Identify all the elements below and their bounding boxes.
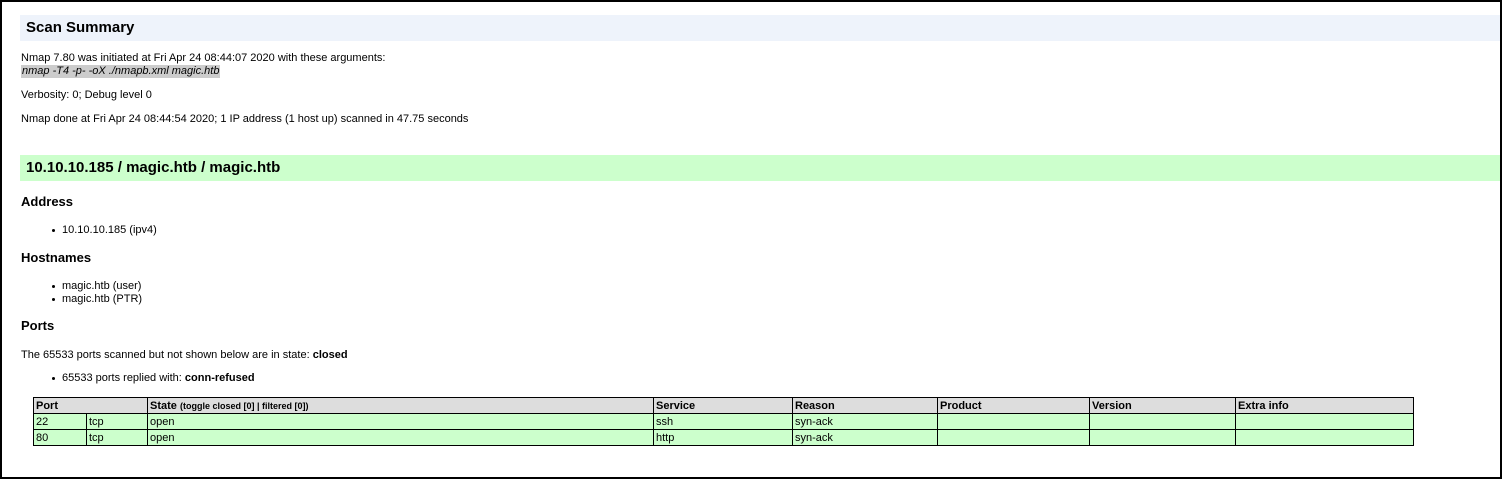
header-reason: Reason [792,397,938,414]
hostnames-heading: Hostnames [21,250,92,265]
service-cell: ssh [653,413,793,430]
product-cell [937,429,1090,446]
report-frame: Scan Summary Nmap 7.80 was initiated at … [0,0,1502,479]
hostnames-list: magic.htb (user) magic.htb (PTR) [50,280,142,306]
service-cell: http [653,429,793,446]
header-state: State (toggle closed [0] | filtered [0]) [147,397,654,414]
replied-reason: conn-refused [184,372,255,384]
port-cell: 22 [33,413,87,430]
toggle-prefix: (toggle [179,400,213,411]
toggle-suffix: ) [305,400,309,411]
protocol-cell: tcp [86,429,148,446]
hostname-item: magic.htb (PTR) [50,293,142,306]
ports-table: Port State (toggle closed [0] | filtered… [33,397,1414,446]
port-cell: 80 [33,429,87,446]
header-port: Port [33,397,148,414]
replied-list: 65533 ports replied with: conn-refused [50,372,255,385]
header-service: Service [653,397,793,414]
scan-done-text: Nmap done at Fri Apr 24 08:44:54 2020; 1… [21,113,469,125]
toggle-closed-link[interactable]: closed [0] [212,401,254,411]
scan-initiated-text: Nmap 7.80 was initiated at Fri Apr 24 08… [21,52,386,64]
product-cell [937,413,1090,430]
reason-cell: syn-ack [792,429,938,446]
ports-note-state: closed [312,349,348,361]
scan-arguments: nmap -T4 -p- -oX ./nmapb.xml magic.htb [21,65,221,78]
header-product: Product [937,397,1090,414]
header-extra-info: Extra info [1235,397,1414,414]
address-item: 10.10.10.185 (ipv4) [50,224,157,237]
ports-heading: Ports [21,318,55,333]
replied-prefix: 65533 ports replied with: [62,372,185,384]
ports-note-prefix: The 65533 ports scanned but not shown be… [21,349,313,361]
version-cell [1089,413,1236,430]
address-list: 10.10.10.185 (ipv4) [50,224,157,237]
host-heading: 10.10.10.185 / magic.htb / magic.htb [20,155,1500,181]
ports-table-header: Port State (toggle closed [0] | filtered… [33,397,1414,414]
header-state-label: State [150,399,177,412]
protocol-cell: tcp [86,413,148,430]
reason-cell: syn-ack [792,413,938,430]
header-version: Version [1089,397,1236,414]
extra-info-cell [1235,429,1414,446]
state-cell: open [147,429,654,446]
version-cell [1089,429,1236,446]
ports-note: The 65533 ports scanned but not shown be… [21,349,348,362]
hostname-item: magic.htb (user) [50,280,142,293]
table-row: 80 tcp open http syn-ack [33,429,1414,446]
extra-info-cell [1235,413,1414,430]
toggle-filtered-link[interactable]: filtered [0] [262,401,306,411]
toggle-separator: | [254,400,263,411]
state-cell: open [147,413,654,430]
replied-item: 65533 ports replied with: conn-refused [50,372,255,385]
address-heading: Address [21,194,74,209]
scan-summary-heading: Scan Summary [20,15,1500,41]
table-row: 22 tcp open ssh syn-ack [33,413,1414,430]
state-toggle: (toggle closed [0] | filtered [0]) [180,401,309,411]
verbosity-text: Verbosity: 0; Debug level 0 [21,89,152,101]
